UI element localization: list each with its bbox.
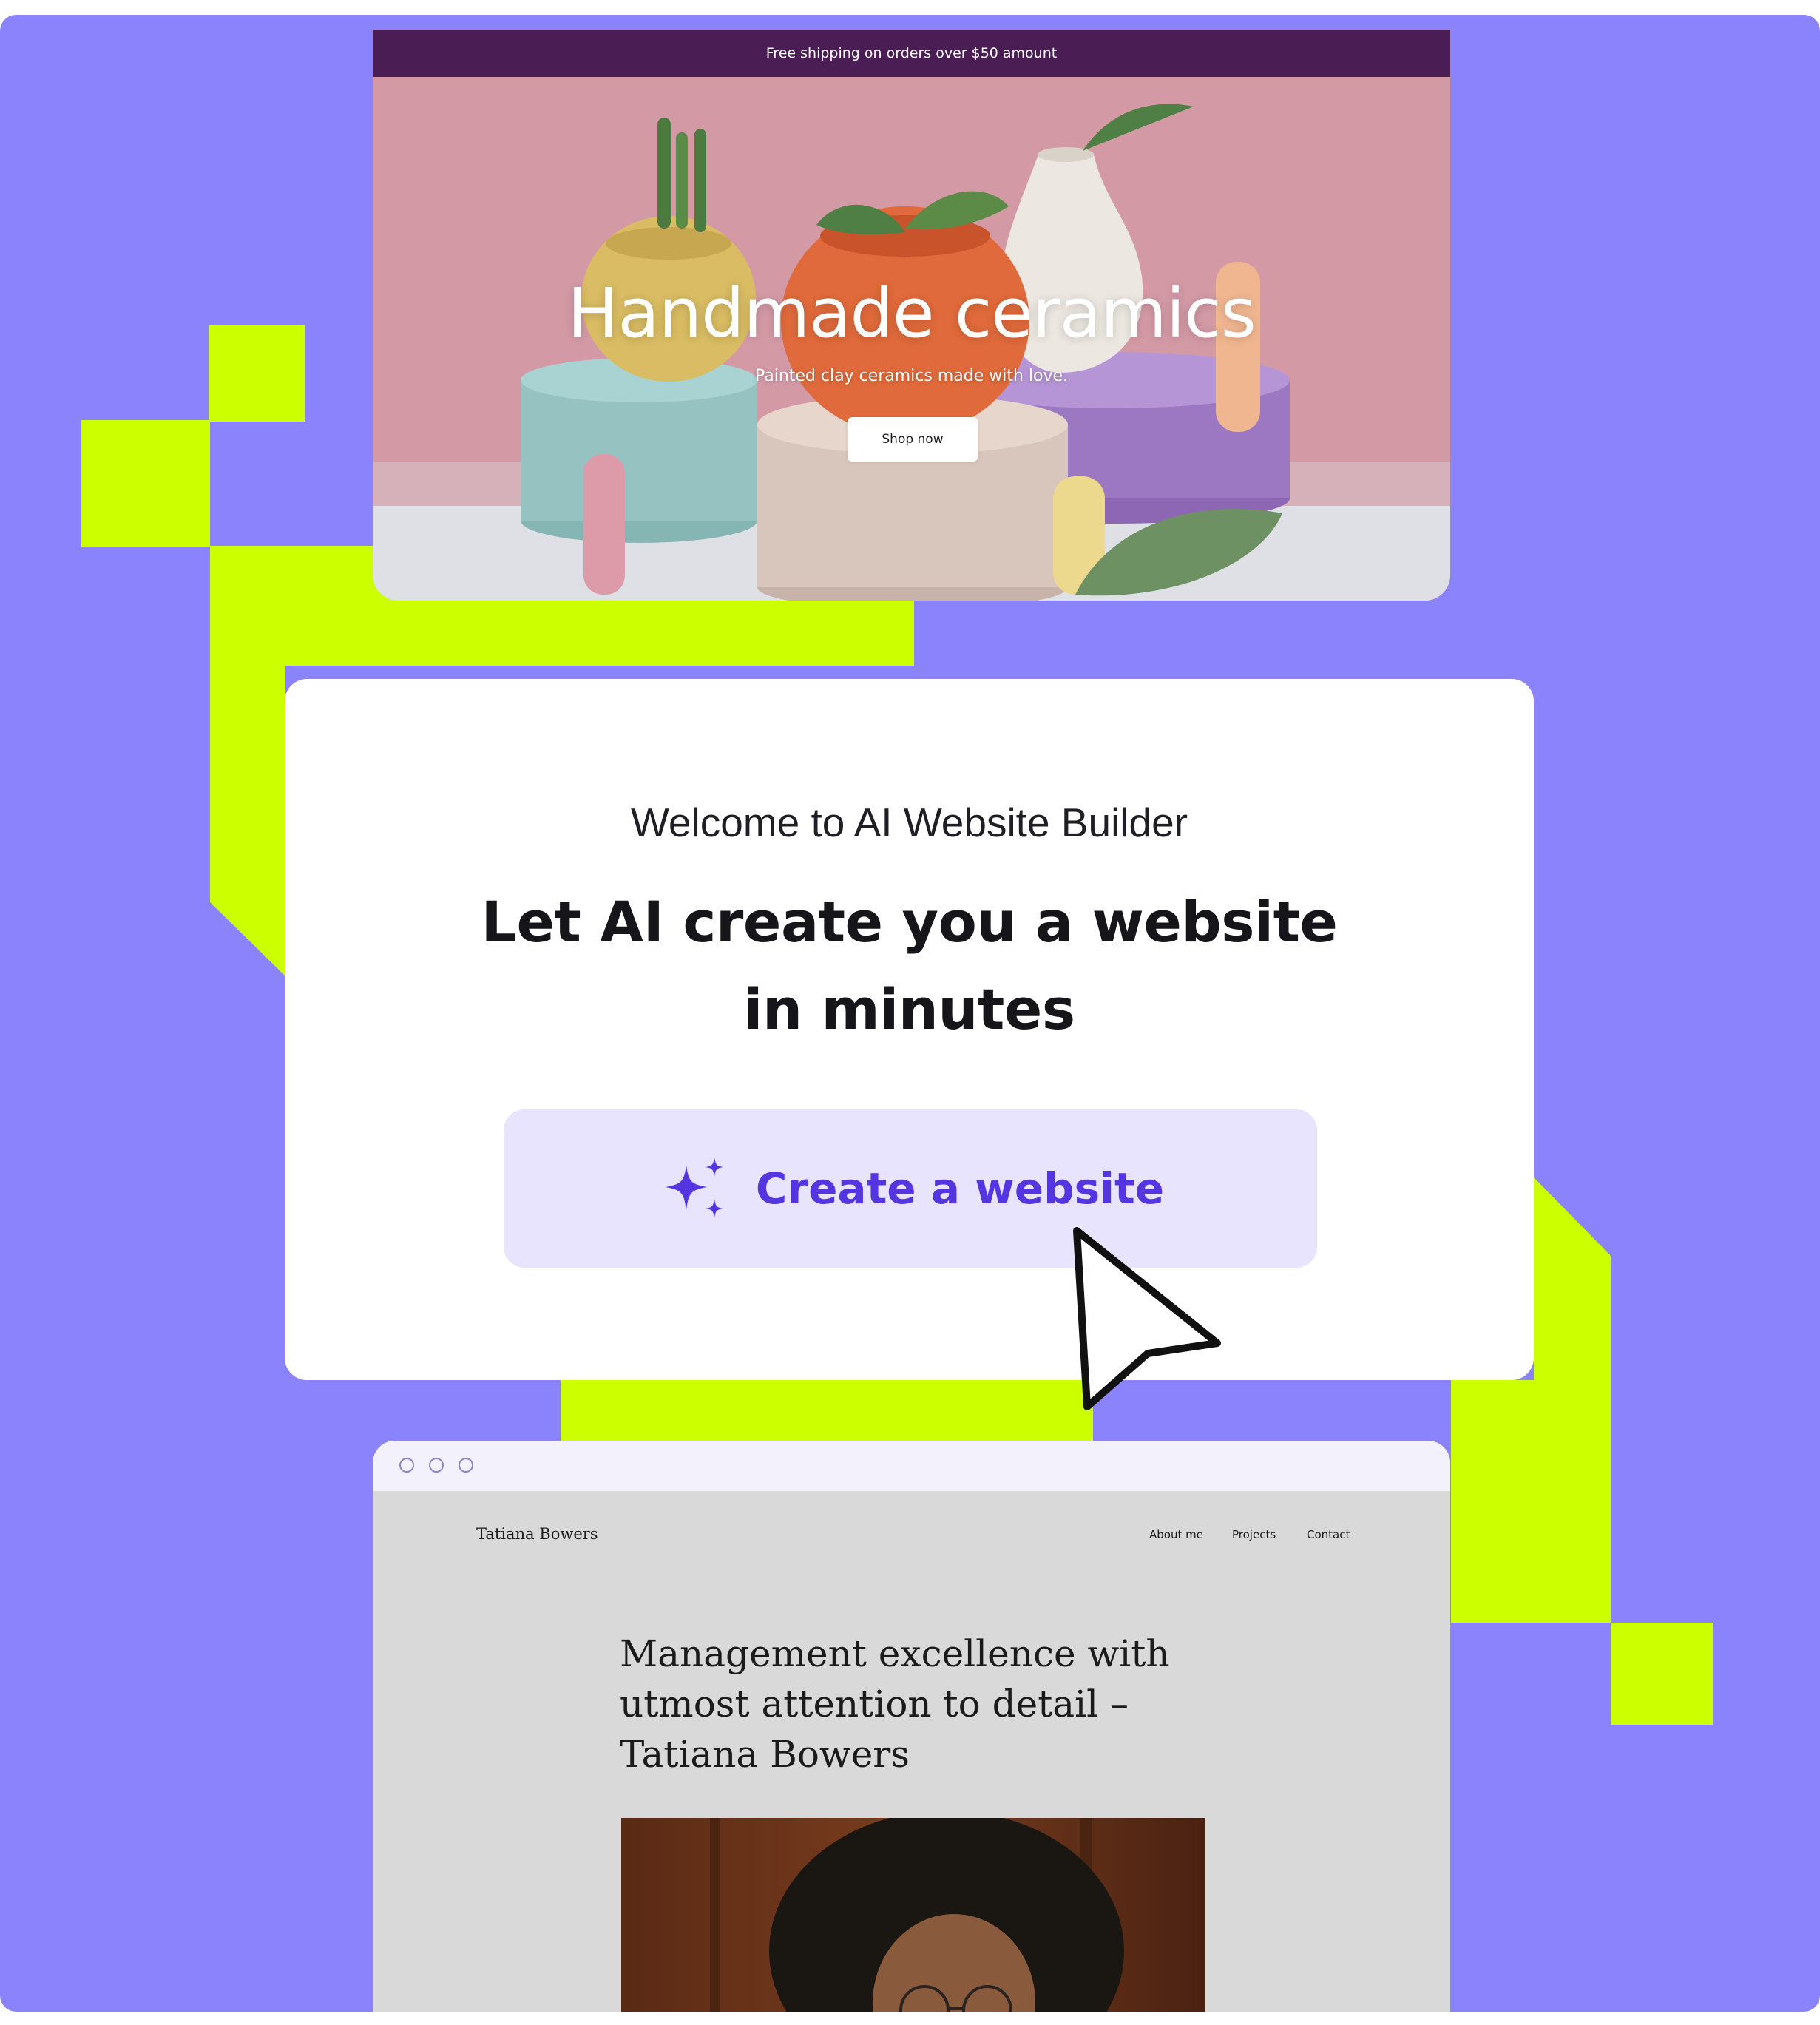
site-name: Tatiana Bowers [476, 1525, 598, 1543]
portfolio-headline: Management excellence with utmost attent… [620, 1629, 1256, 1779]
ai-builder-card: Welcome to AI Website Builder Let AI cre… [285, 679, 1534, 1380]
headline: Let AI create you a website in minutes [285, 879, 1534, 1053]
shop-now-button[interactable]: Shop now [848, 417, 978, 462]
ceramics-store-preview: Free shipping on orders over $50 amount [373, 30, 1450, 601]
arrow-cursor-icon [1073, 1227, 1221, 1410]
headline-line-1: Let AI create you a website [481, 889, 1338, 955]
hero-subtitle: Painted clay ceramics made with love. [754, 367, 1069, 385]
hero-title: Handmade ceramics [567, 274, 1256, 353]
sparkles-icon [665, 1157, 723, 1218]
create-website-label: Create a website [755, 1163, 1165, 1214]
portrait-photo [621, 1818, 1205, 2012]
welcome-text: Welcome to AI Website Builder [630, 799, 1188, 845]
window-control-dot [459, 1458, 473, 1473]
window-control-dot [429, 1458, 444, 1473]
nav-projects[interactable]: Projects [1232, 1528, 1276, 1541]
nav-about-me[interactable]: About me [1149, 1528, 1203, 1541]
portfolio-headline-line-2: utmost attention to detail – [620, 1683, 1129, 1725]
nav-contact[interactable]: Contact [1307, 1528, 1350, 1541]
headline-line-2: in minutes [743, 976, 1075, 1042]
portfolio-preview: Tatiana Bowers About me Projects Contact… [373, 1441, 1450, 2012]
announcement-bar: Free shipping on orders over $50 amount [373, 30, 1450, 77]
purple-background: Free shipping on orders over $50 amount [0, 15, 1820, 2012]
browser-toolbar [373, 1441, 1450, 1491]
portfolio-headline-line-3: Tatiana Bowers [620, 1733, 910, 1776]
portfolio-headline-line-1: Management excellence with [620, 1632, 1170, 1675]
window-control-dot [399, 1458, 414, 1473]
